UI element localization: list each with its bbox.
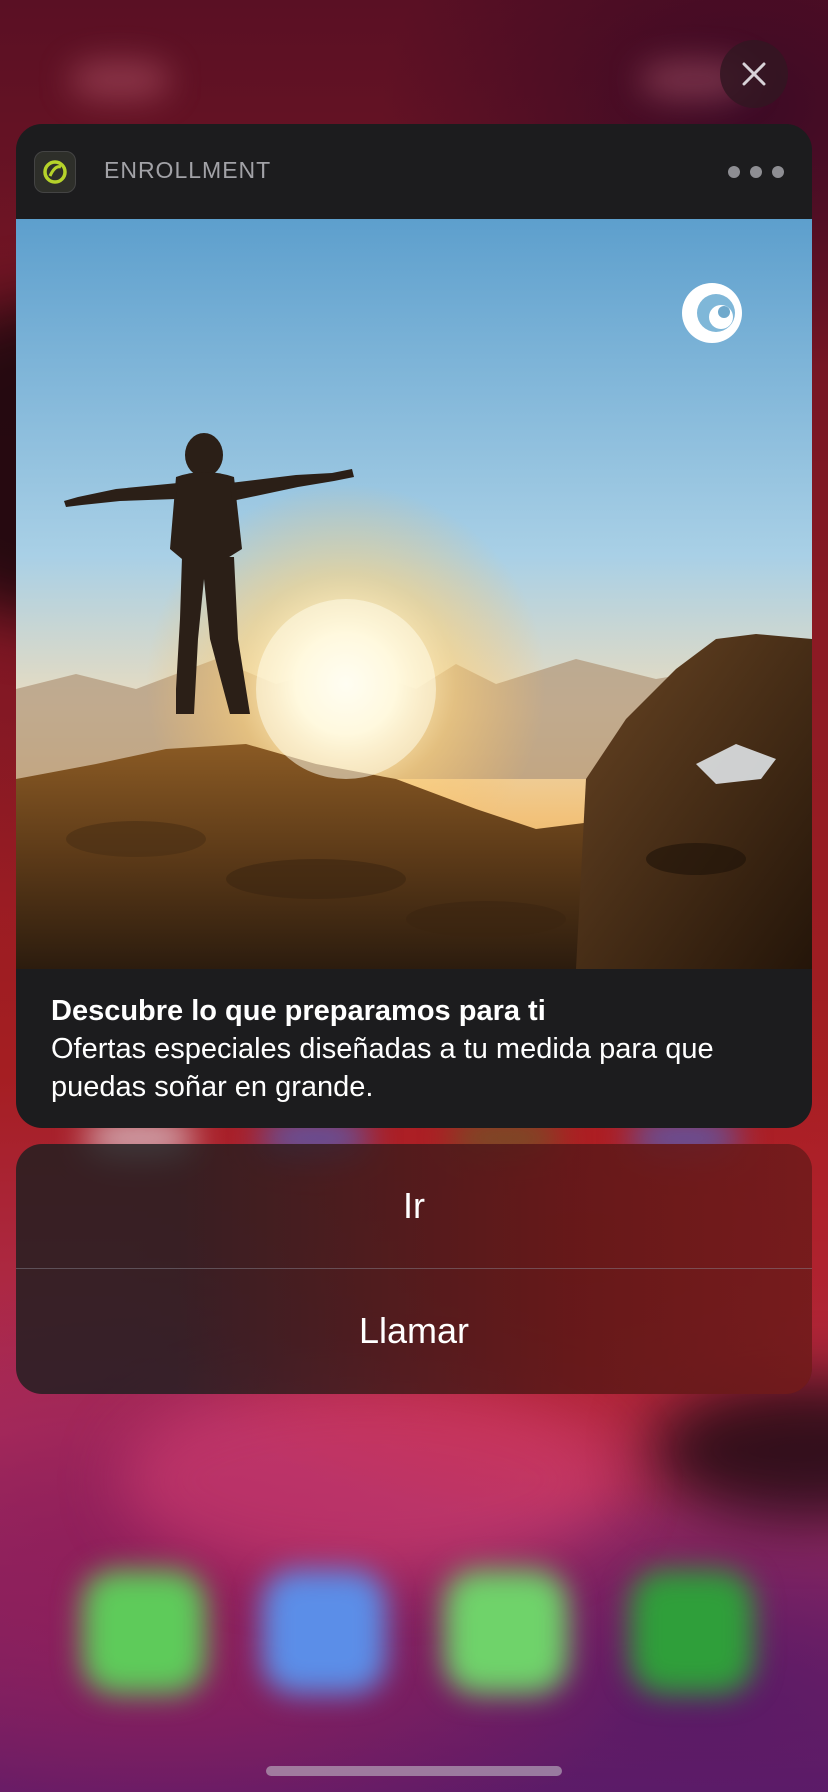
notification-image [16,219,812,969]
ellipsis-icon [772,166,784,178]
notification-message: Ofertas especiales diseñadas a tu medida… [51,1033,714,1103]
app-name: ENROLLMENT [104,157,272,183]
close-button[interactable] [720,40,788,108]
close-icon [742,62,766,86]
ellipsis-icon [728,166,740,178]
action-ir-button[interactable]: Ir [16,1144,812,1268]
brand-logo-icon [682,283,742,343]
notification-actions: Ir Llamar [16,1144,812,1394]
home-indicator[interactable] [266,1766,562,1776]
ellipsis-icon [750,166,762,178]
notification-content: Descubre lo que preparamos para ti Ofert… [51,992,791,1106]
action-llamar-button[interactable]: Llamar [16,1269,812,1393]
enrollment-app-icon [34,151,76,193]
notification-header: ENROLLMENT [16,124,812,219]
notification-card[interactable]: ENROLLMENT Descubre lo que preparamos pa… [16,124,812,1128]
more-options-button[interactable] [728,158,784,186]
notification-title: Descubre lo que preparamos para ti [51,995,546,1027]
